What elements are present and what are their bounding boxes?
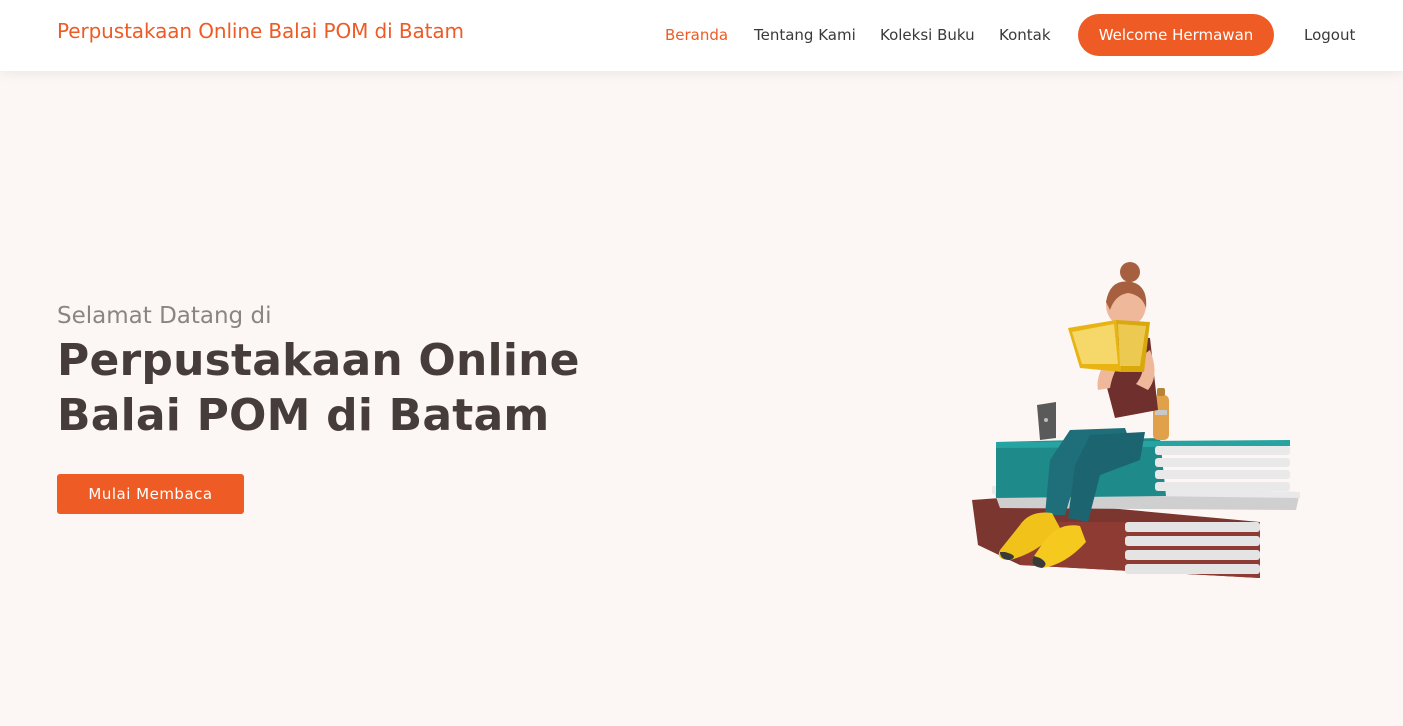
start-reading-button[interactable]: Mulai Membaca xyxy=(57,474,244,514)
woman-reading-on-books-illustration xyxy=(972,262,1300,578)
brand-logo-link[interactable]: Perpustakaan Online Balai POM di Batam xyxy=(57,19,464,43)
logout-link[interactable]: Logout xyxy=(1304,26,1355,44)
nav-link-koleksi-buku[interactable]: Koleksi Buku xyxy=(880,26,975,44)
hero-title: Perpustakaan Online Balai POM di Batam xyxy=(57,335,580,441)
nav-link-beranda[interactable]: Beranda xyxy=(665,26,728,44)
navbar: Perpustakaan Online Balai POM di Batam B… xyxy=(0,0,1403,71)
hero-subtitle: Selamat Datang di xyxy=(57,303,272,329)
nav-link-kontak[interactable]: Kontak xyxy=(999,26,1051,44)
welcome-user-button[interactable]: Welcome Hermawan xyxy=(1078,14,1274,56)
nav-link-tentang-kami[interactable]: Tentang Kami xyxy=(754,26,856,44)
